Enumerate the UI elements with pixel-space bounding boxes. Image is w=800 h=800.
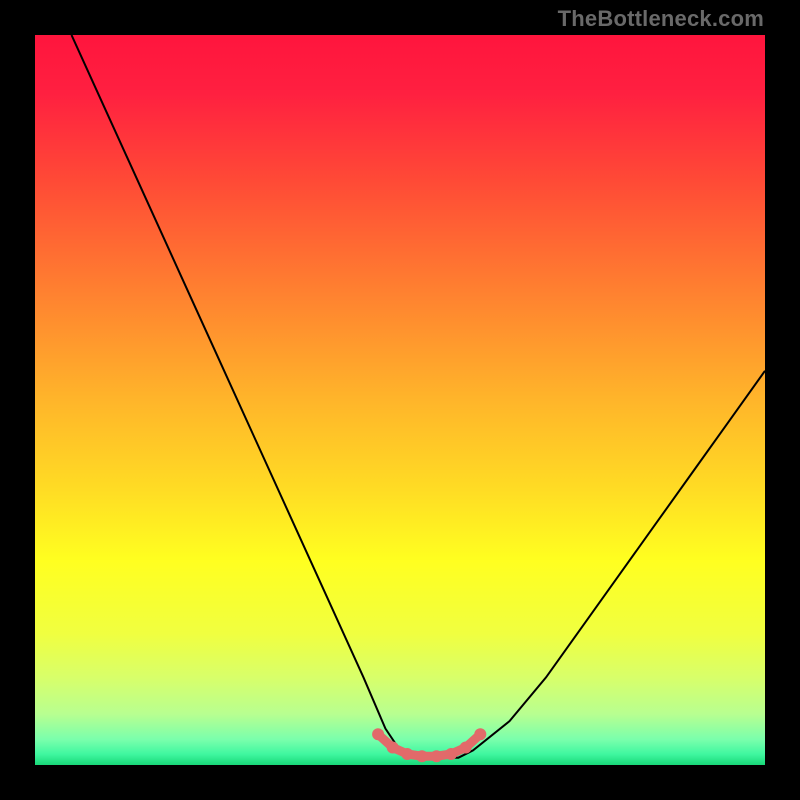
- optimal-dot: [372, 728, 384, 740]
- watermark-text: TheBottleneck.com: [558, 6, 764, 32]
- optimal-dot: [445, 748, 457, 760]
- bottleneck-chart: [35, 35, 765, 765]
- optimal-dot: [431, 750, 443, 762]
- optimal-dot: [460, 742, 472, 754]
- optimal-dot: [416, 750, 428, 762]
- optimal-dot: [387, 742, 399, 754]
- optimal-dot: [401, 748, 413, 760]
- gradient-background: [35, 35, 765, 765]
- optimal-dot: [474, 728, 486, 740]
- chart-frame: TheBottleneck.com: [0, 0, 800, 800]
- plot-area: [35, 35, 765, 765]
